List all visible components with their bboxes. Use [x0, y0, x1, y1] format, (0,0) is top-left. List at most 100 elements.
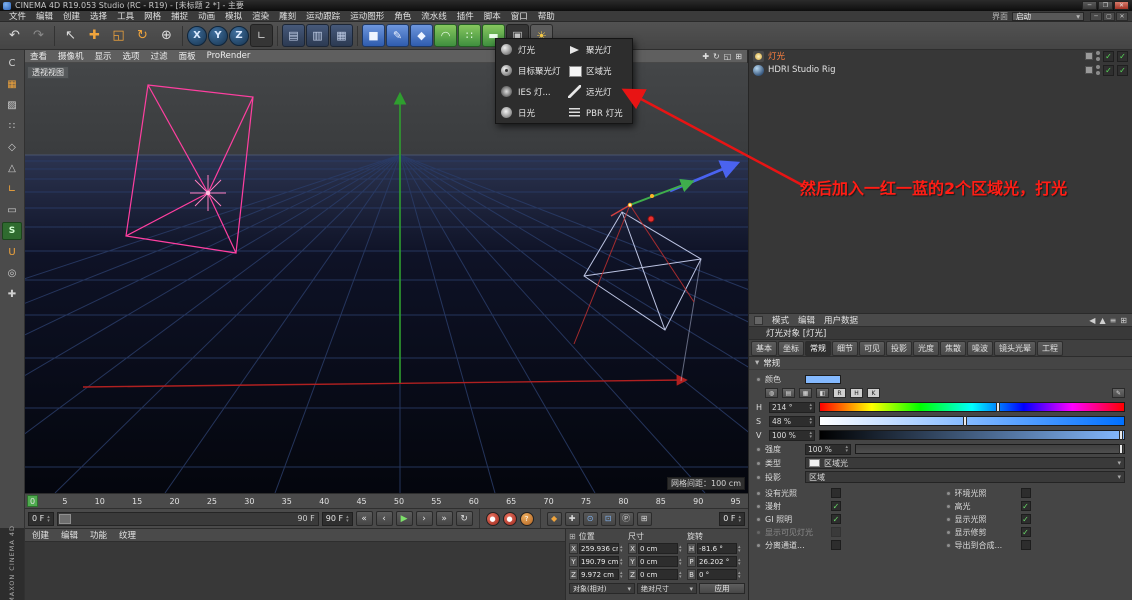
- viewport-solo-icon[interactable]: ◎: [2, 264, 22, 282]
- menu-item[interactable]: 帮助: [533, 10, 560, 22]
- tweak-mode-icon[interactable]: ✚: [2, 285, 22, 303]
- viewport-scene[interactable]: [25, 63, 748, 493]
- lock-x-axis-icon[interactable]: X: [187, 25, 207, 46]
- points-mode-icon[interactable]: ∷: [2, 117, 22, 135]
- material-menu-item[interactable]: 编辑: [61, 529, 78, 541]
- checkbox[interactable]: [831, 527, 841, 537]
- object-name[interactable]: HDRI Studio Rig: [768, 65, 836, 75]
- next-frame-button[interactable]: ›: [415, 511, 433, 526]
- attribute-menu-item[interactable]: 用户数据: [824, 314, 858, 326]
- timeline-ruler[interactable]: 0 5 10 15 20 25 30 35 40 45 50 55 60 65 70 75 80 85 90 95: [25, 493, 748, 508]
- value-field[interactable]: 100 % ▴ ▾: [769, 429, 815, 441]
- checkbox[interactable]: [1020, 488, 1031, 498]
- render-picture-viewer-icon[interactable]: ▥: [306, 24, 329, 47]
- attribute-tab[interactable]: 光度: [913, 340, 939, 356]
- menu-item[interactable]: 角色: [389, 10, 416, 22]
- keyframe-dot-icon[interactable]: [756, 446, 761, 452]
- perspective-viewport[interactable]: 查看 摄像机 显示 选项 过滤 面板 ProRender ✚ ↻ ◱ ⊞ 透视视…: [25, 50, 748, 493]
- rotation-field[interactable]: 26.202 °: [697, 556, 737, 567]
- light-menu-item[interactable]: 聚光灯: [564, 39, 632, 60]
- quantize-toggle-icon[interactable]: U: [2, 243, 22, 261]
- keyframe-record-icon[interactable]: ◆: [546, 511, 562, 526]
- position-field[interactable]: 9.972 cm: [579, 569, 619, 580]
- attribute-tab[interactable]: 镜头光晕: [994, 340, 1036, 356]
- texture-mode-icon[interactable]: ▨: [2, 96, 22, 114]
- shadow-type-dropdown[interactable]: 区域 ▾: [805, 471, 1125, 483]
- light-type-dropdown[interactable]: 区域光 ▾: [805, 457, 1125, 469]
- make-editable-icon[interactable]: C: [2, 54, 22, 72]
- menu-item[interactable]: 窗口: [506, 10, 533, 22]
- position-field[interactable]: 190.79 cm: [579, 556, 619, 567]
- keying-settings-icon[interactable]: ⊞: [636, 511, 652, 526]
- minimize-button[interactable]: ─: [1082, 1, 1097, 10]
- light-menu-item[interactable]: 区域光: [564, 60, 632, 81]
- frame-range-slider[interactable]: 90 F: [56, 511, 319, 526]
- menu-item[interactable]: 网格: [139, 10, 166, 22]
- tag-check-icon[interactable]: ✓: [1103, 50, 1114, 62]
- am-back-icon[interactable]: ◀: [1089, 316, 1095, 325]
- play-button[interactable]: ▶: [395, 511, 413, 526]
- checkbox[interactable]: ✓: [1020, 514, 1031, 524]
- menu-item[interactable]: 捕捉: [166, 10, 193, 22]
- color-mixer-icon[interactable]: ◧: [816, 388, 829, 398]
- undo-icon[interactable]: ↶: [3, 24, 26, 47]
- viewport-label[interactable]: 透视视图: [27, 66, 69, 79]
- apply-button[interactable]: 应用: [699, 583, 745, 594]
- eyedropper-icon[interactable]: ✎: [1112, 388, 1125, 398]
- viewport-pan-icon[interactable]: ✚: [702, 52, 709, 61]
- keyframe-dot-icon[interactable]: [756, 503, 761, 509]
- attribute-tab[interactable]: 投影: [886, 340, 912, 356]
- scale-tool-icon[interactable]: ◱: [107, 24, 130, 47]
- menu-item[interactable]: 插件: [452, 10, 479, 22]
- lock-z-axis-icon[interactable]: Z: [229, 25, 249, 46]
- size-field[interactable]: 0 cm: [638, 556, 678, 567]
- move-tool-icon[interactable]: ✚: [83, 24, 106, 47]
- render-settings-icon[interactable]: ▦: [330, 24, 353, 47]
- menu-item[interactable]: 运动图形: [345, 10, 389, 22]
- end-frame-field[interactable]: 90 F ▴ ▾: [321, 511, 353, 526]
- keyframe-dot-icon[interactable]: [945, 503, 951, 509]
- render-view-icon[interactable]: ▤: [282, 24, 305, 47]
- position-field[interactable]: 259.936 cm: [579, 543, 619, 554]
- layer-swatch[interactable]: [1085, 52, 1093, 60]
- record-button-3[interactable]: ?: [519, 511, 534, 526]
- am-layout-icon[interactable]: ⊞: [1120, 316, 1127, 325]
- rotation-field[interactable]: 0 °: [697, 569, 737, 580]
- attribute-tab[interactable]: 基本: [751, 340, 777, 356]
- hue-field[interactable]: 214 ° ▴ ▾: [769, 401, 815, 413]
- add-deformer-icon[interactable]: ◠: [434, 24, 457, 47]
- menu-item[interactable]: 选择: [85, 10, 112, 22]
- menu-item[interactable]: 雕刻: [274, 10, 301, 22]
- model-mode-icon[interactable]: ▦: [2, 75, 22, 93]
- material-menu-item[interactable]: 纹理: [119, 529, 136, 541]
- keyframe-position-icon[interactable]: ⊙: [582, 511, 598, 526]
- goto-start-button[interactable]: «: [355, 511, 373, 526]
- attribute-tab[interactable]: 焦散: [940, 340, 966, 356]
- checkbox[interactable]: [831, 540, 841, 550]
- attribute-menu-item[interactable]: 编辑: [798, 314, 815, 326]
- keyframe-scale-icon[interactable]: ⊡: [600, 511, 616, 526]
- maximize-button[interactable]: ❐: [1098, 1, 1113, 10]
- section-collapse-icon[interactable]: ▾: [755, 358, 759, 368]
- add-spline-icon[interactable]: ✎: [386, 24, 409, 47]
- object-row[interactable]: 灯光 ✓ ✓: [749, 49, 1132, 63]
- tag-check-icon[interactable]: ✓: [1117, 50, 1128, 62]
- value-slider[interactable]: [819, 430, 1125, 440]
- attribute-menu-item[interactable]: 模式: [772, 314, 789, 326]
- coordinate-mode-dropdown[interactable]: 对象(相对) ▾: [569, 583, 635, 594]
- redo-icon[interactable]: ↷: [27, 24, 50, 47]
- attribute-tab[interactable]: 噪波: [967, 340, 993, 356]
- interface-dropdown[interactable]: 启动 ▾: [1012, 11, 1084, 21]
- checkbox[interactable]: ✓: [831, 501, 841, 511]
- tag-check-icon[interactable]: ✓: [1117, 64, 1128, 76]
- workplane-mode-icon[interactable]: ▭: [2, 201, 22, 219]
- keyframe-dot-icon[interactable]: [756, 490, 761, 496]
- keyframe-dot-icon[interactable]: [945, 529, 951, 535]
- light-menu-item[interactable]: 目标聚光灯: [496, 60, 564, 81]
- menu-item[interactable]: 渲染: [247, 10, 274, 22]
- saturation-slider[interactable]: [819, 416, 1125, 426]
- am-lock-icon[interactable]: ≡: [1110, 316, 1117, 325]
- loop-button[interactable]: ↻: [455, 511, 473, 526]
- keyframe-dot-icon[interactable]: [756, 474, 761, 480]
- rgb-mode-button[interactable]: R: [833, 388, 846, 398]
